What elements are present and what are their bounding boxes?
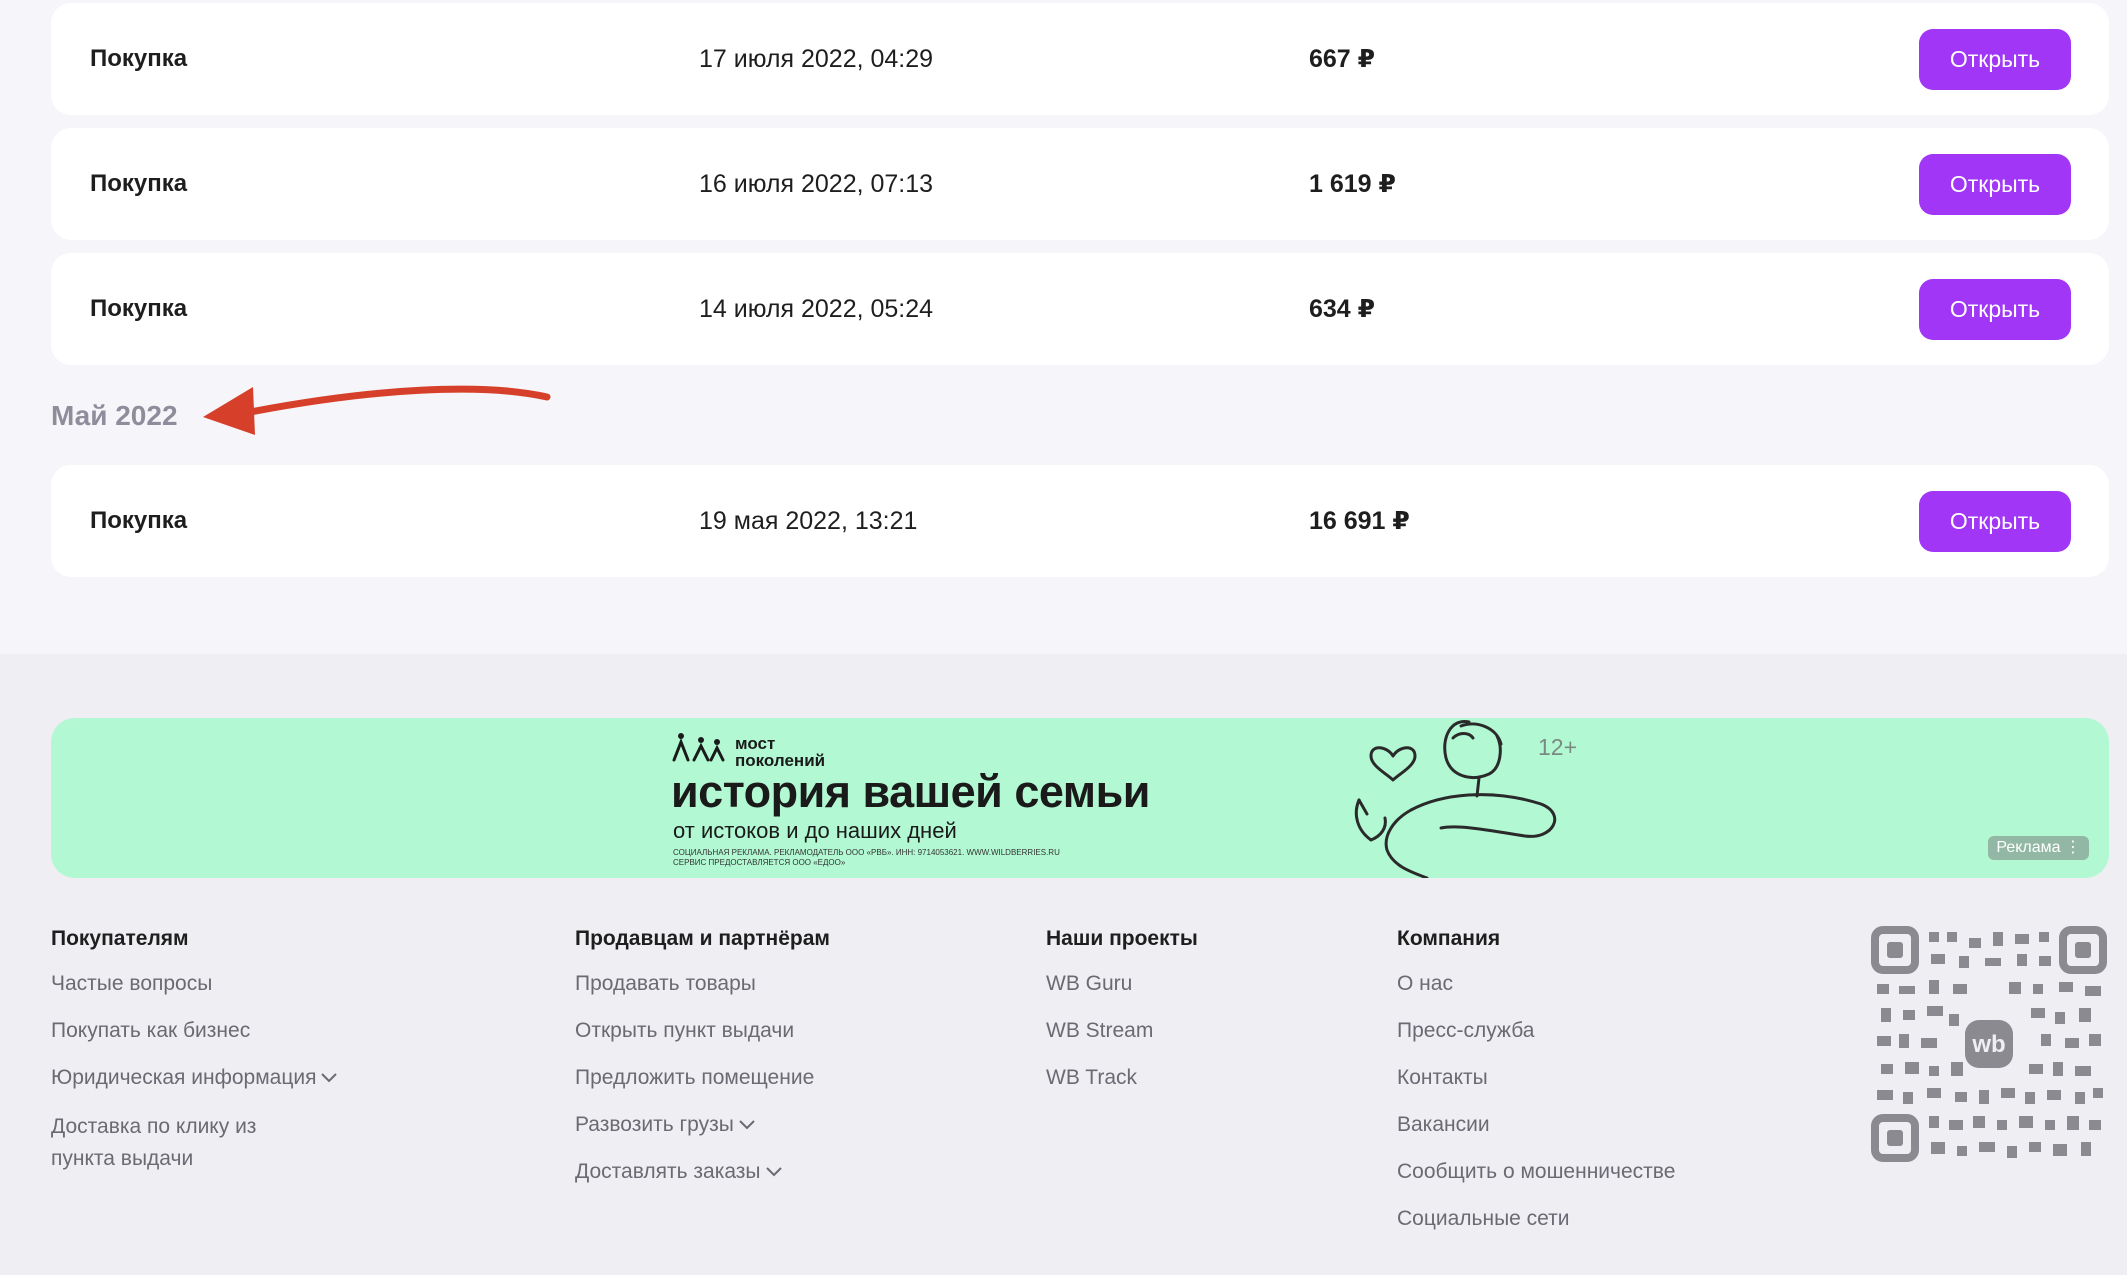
ad-label-badge[interactable]: Реклама ⋮ bbox=[1988, 836, 2089, 860]
family-logo-icon bbox=[672, 733, 725, 762]
order-sum: 634 ₽ bbox=[1309, 295, 1376, 323]
banner-subline: от истоков и до наших дней bbox=[673, 818, 957, 843]
order-row: Покупка 16 июля 2022, 07:13 1 619 ₽ Откр… bbox=[51, 128, 2109, 240]
footer-link[interactable]: Сообщить о мошенничестве bbox=[1397, 1158, 1675, 1186]
open-order-button[interactable]: Открыть bbox=[1919, 491, 2071, 552]
banner-fine-print-2: СЕРВИС ПРЕДОСТАВЛЯЕТСЯ ООО «ЕДОО» bbox=[673, 858, 846, 867]
open-order-button[interactable]: Открыть bbox=[1919, 279, 2071, 340]
footer-column-sellers: Продавцам и партнёрам Продавать товары О… bbox=[575, 926, 830, 1205]
footer-link[interactable]: Открыть пункт выдачи bbox=[575, 1017, 830, 1045]
order-type: Покупка bbox=[90, 45, 188, 72]
month-group-title: Май 2022 bbox=[51, 400, 178, 431]
site-footer: мост поколений история вашей семьи от ис… bbox=[0, 654, 2127, 1275]
orders-section: Покупка 17 июля 2022, 04:29 667 ₽ Открыт… bbox=[0, 0, 2127, 654]
footer-link-cargo[interactable]: Развозить грузы bbox=[575, 1111, 830, 1139]
chevron-down-icon bbox=[765, 1167, 782, 1177]
footer-link[interactable]: Частые вопросы bbox=[51, 970, 338, 998]
order-date: 17 июля 2022, 04:29 bbox=[699, 45, 934, 73]
order-date: 16 июля 2022, 07:13 bbox=[699, 170, 934, 198]
footer-link-legal[interactable]: Юридическая информация bbox=[51, 1064, 338, 1092]
arrow-annotation-icon bbox=[203, 385, 551, 435]
banner-brand-line1: мост bbox=[735, 734, 776, 753]
open-order-button[interactable]: Открыть bbox=[1919, 154, 2071, 215]
footer-column-company: Компания О нас Пресс-служба Контакты Вак… bbox=[1397, 926, 1675, 1252]
footer-link[interactable]: Вакансии bbox=[1397, 1111, 1675, 1139]
footer-column-title: Компания bbox=[1397, 927, 1501, 950]
order-row: Покупка 14 июля 2022, 05:24 634 ₽ Открыт… bbox=[51, 253, 2109, 365]
banner-fine-print: СОЦИАЛЬНАЯ РЕКЛАМА. РЕКЛАМОДАТЕЛЬ ООО «Р… bbox=[673, 848, 1113, 868]
order-sum: 667 ₽ bbox=[1309, 45, 1376, 73]
order-row: Покупка 19 мая 2022, 13:21 16 691 ₽ Откр… bbox=[51, 465, 2109, 577]
order-type: Покупка bbox=[90, 507, 188, 534]
qr-logo-label: wb bbox=[1971, 1031, 2005, 1058]
order-date: 14 июля 2022, 05:24 bbox=[699, 295, 934, 323]
person-illustration-icon bbox=[1354, 720, 1557, 878]
footer-column-title: Продавцам и партнёрам bbox=[575, 927, 830, 950]
footer-link-deliver[interactable]: Доставлять заказы bbox=[575, 1158, 830, 1186]
ad-banner[interactable]: мост поколений история вашей семьи от ис… bbox=[51, 718, 2109, 878]
footer-link[interactable]: Предложить помещение bbox=[575, 1064, 830, 1092]
order-row: Покупка 17 июля 2022, 04:29 667 ₽ Открыт… bbox=[51, 3, 2109, 115]
banner-age-rating: 12+ bbox=[1538, 734, 1578, 760]
chevron-down-icon bbox=[739, 1120, 755, 1130]
footer-link[interactable]: WB Stream bbox=[1046, 1017, 1198, 1045]
order-sum: 1 619 ₽ bbox=[1309, 170, 1396, 198]
footer-link-label: Доставлять заказы bbox=[575, 1160, 761, 1183]
banner-headline: история вашей семьи bbox=[671, 766, 1150, 817]
footer-link[interactable]: Доставка по клику из пункта выдачи bbox=[51, 1111, 311, 1175]
footer-link[interactable]: Продавать товары bbox=[575, 970, 830, 998]
footer-column-projects: Наши проекты WB Guru WB Stream WB Track bbox=[1046, 926, 1198, 1111]
footer-column-title: Покупателям bbox=[51, 927, 189, 950]
footer-link[interactable]: WB Track bbox=[1046, 1064, 1198, 1092]
footer-link[interactable]: WB Guru bbox=[1046, 970, 1198, 998]
chevron-down-icon bbox=[321, 1073, 338, 1083]
footer-link-label: Юридическая информация bbox=[51, 1066, 317, 1089]
footer-link[interactable]: Социальные сети bbox=[1397, 1205, 1675, 1233]
footer-column-title: Наши проекты bbox=[1046, 927, 1198, 950]
footer-link[interactable]: О нас bbox=[1397, 970, 1675, 998]
banner-brand: мост поколений bbox=[735, 735, 825, 769]
footer-link-label: Развозить грузы bbox=[575, 1113, 734, 1136]
order-sum: 16 691 ₽ bbox=[1309, 507, 1410, 535]
footer-column-buyers: Покупателям Частые вопросы Покупать как … bbox=[51, 926, 338, 1194]
order-type: Покупка bbox=[90, 295, 188, 322]
order-date: 19 мая 2022, 13:21 bbox=[699, 507, 918, 535]
order-type: Покупка bbox=[90, 170, 188, 197]
banner-fine-print-1: СОЦИАЛЬНАЯ РЕКЛАМА. РЕКЛАМОДАТЕЛЬ ООО «Р… bbox=[673, 848, 1060, 857]
open-order-button[interactable]: Открыть bbox=[1919, 29, 2071, 90]
footer-link[interactable]: Покупать как бизнес bbox=[51, 1017, 338, 1045]
qr-code-icon: wb bbox=[1869, 924, 2109, 1164]
footer-link[interactable]: Пресс-служба bbox=[1397, 1017, 1675, 1045]
footer-link[interactable]: Контакты bbox=[1397, 1064, 1675, 1092]
